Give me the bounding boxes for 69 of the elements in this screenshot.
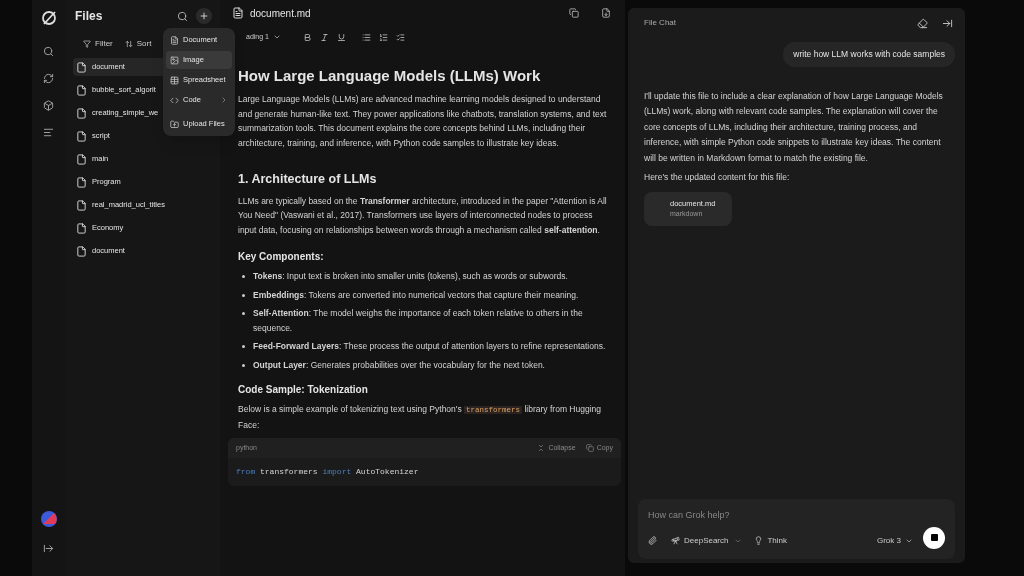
- section-heading: 1. Architecture of LLMs: [238, 171, 378, 188]
- file-icon: [76, 61, 87, 73]
- subheading: Code Sample: Tokenization: [238, 383, 369, 398]
- filter-icon: [83, 40, 91, 48]
- file-icon: [76, 84, 87, 96]
- assistant-message: Here's the updated content for this file:: [643, 171, 791, 185]
- add-button[interactable]: [196, 8, 212, 24]
- list-item: Feed-Forward Layers: These process the output of attention layers to refine representations.: [253, 340, 606, 354]
- logo-icon: [40, 10, 57, 26]
- panel-title: File Chat: [644, 17, 677, 29]
- italic-icon[interactable]: [319, 32, 329, 42]
- list-icon[interactable]: [43, 127, 54, 138]
- checklist-icon[interactable]: [395, 32, 405, 42]
- numbered-list-icon[interactable]: [378, 32, 388, 42]
- bullet-icon: [242, 293, 245, 297]
- sort-icon: [124, 40, 133, 48]
- subheading: Key Components:: [238, 250, 325, 265]
- stop-button[interactable]: [923, 526, 945, 549]
- copy-icon[interactable]: [569, 8, 579, 18]
- file-icon: [76, 222, 87, 234]
- bullet-icon: [242, 345, 245, 349]
- bullet-icon: [242, 312, 245, 316]
- refresh-icon[interactable]: [43, 73, 54, 84]
- list-item: Tokens: Input text is broken into smaller units (tokens), such as words or subwords.: [253, 270, 568, 284]
- eraser-icon[interactable]: [917, 17, 928, 29]
- sort-button[interactable]: Sort: [124, 38, 152, 50]
- search-icon[interactable]: [43, 46, 54, 57]
- panel-title: Files: [74, 8, 104, 25]
- paragraph: Large Language Models (LLMs) are advanced machine learning models designed to understand and generate human-like text. They power applications like chatbots, translation systems, and text summarization tools. This document explains the core concepts behind LLMs, including their architecture, training, and inference, with Python code samples to illustrate key ideas.: [238, 93, 608, 150]
- code-line: from transformers import AutoTokenizer: [235, 466, 420, 479]
- file-icon: [76, 130, 87, 142]
- document-title: How Large Language Models (LLMs) Work: [238, 66, 542, 86]
- avatar-icon[interactable]: [40, 511, 57, 527]
- chat-input[interactable]: How can Grok help? DeepSearch Think Grok 3: [638, 499, 955, 559]
- bold-icon[interactable]: [302, 32, 312, 42]
- attach-icon[interactable]: [648, 536, 657, 545]
- search-icon[interactable]: [177, 10, 188, 22]
- file-name: document.md: [250, 6, 312, 21]
- file-icon: [76, 107, 87, 119]
- telescope-icon: [671, 536, 680, 545]
- lightbulb-icon: [754, 536, 764, 545]
- paragraph: LLMs are typically based on the Transformer architecture, introduced in the paper "Attention is All You Need" (Vaswani et al., 2017). Transformers use layers of interconnected nodes to process input data, focusing on relationships between words through a mechanism called self-attention.: [238, 194, 608, 237]
- plus-icon: [199, 11, 209, 21]
- user-message: write how LLM works with code samples: [783, 42, 955, 67]
- model-selector[interactable]: Grok 3: [877, 534, 913, 547]
- underline-icon[interactable]: [336, 32, 346, 42]
- file-icon: [76, 199, 87, 211]
- file-icon: [76, 176, 87, 188]
- file-icon: [232, 7, 244, 19]
- filter-button[interactable]: Filter: [83, 38, 113, 50]
- cube-icon[interactable]: [43, 100, 54, 111]
- bullet-list-icon[interactable]: [361, 32, 371, 42]
- file-icon: [76, 153, 87, 165]
- copy-icon: [585, 444, 594, 453]
- bullet-icon: [242, 363, 245, 367]
- chevron-icon: [272, 33, 281, 41]
- assistant-message: I'll update this file to include a clear explanation of how Large Language Models (LLMs) work, along with relevant code samples. The explanation will cover the core concepts of LLMs, including their architecture, training process, and inference, with simple Python code snippets to illustrate key ideas. The content will be written in Markdown format to match the existing file.: [643, 89, 944, 165]
- list-item: Self-Attention: The model weighs the importance of each token relative to others in the sequence.: [253, 307, 584, 335]
- chevron-icon: [220, 96, 228, 104]
- download-icon[interactable]: [601, 8, 611, 18]
- list-item: Output Layer: Generates probabilities over the vocabulary for the next token.: [253, 358, 545, 372]
- think-button[interactable]: Think: [754, 534, 788, 547]
- expand-icon[interactable]: [43, 543, 54, 554]
- collapse-icon[interactable]: [942, 17, 953, 29]
- file-icon: [76, 245, 87, 257]
- list-item: Embeddings: Tokens are converted into numerical vectors that capture their meaning.: [253, 288, 579, 302]
- collapse-icon: [537, 444, 546, 453]
- deepsearch-button[interactable]: DeepSearch: [671, 534, 729, 547]
- bullet-icon: [242, 275, 245, 279]
